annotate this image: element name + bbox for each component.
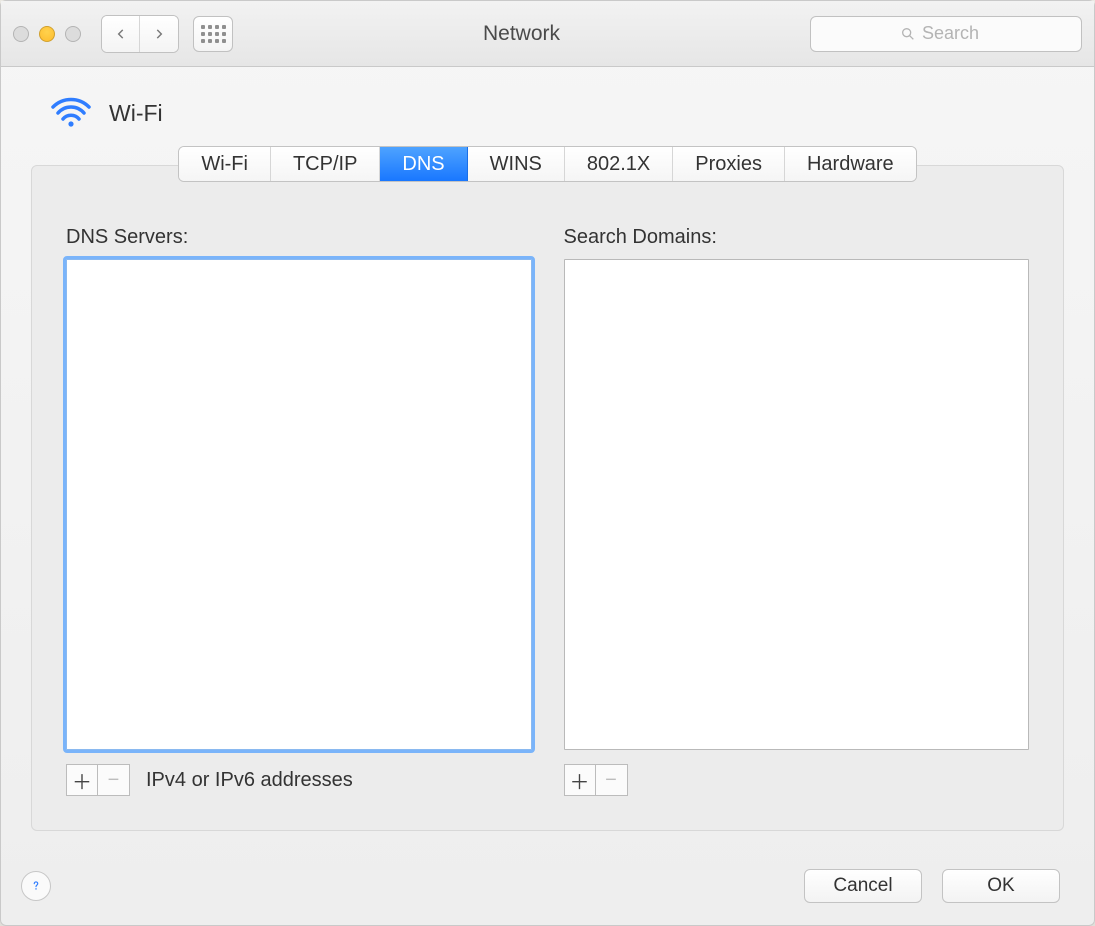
window-title: Network (247, 22, 796, 46)
minus-icon: − (108, 769, 120, 792)
tab-8021x[interactable]: 802.1X (565, 147, 673, 181)
page-title: Wi-Fi (109, 100, 163, 127)
wifi-icon (49, 93, 93, 134)
chevron-right-icon (152, 27, 166, 41)
show-all-button[interactable] (193, 16, 233, 52)
dns-panel: DNS Servers: ＋ − IPv4 or IPv6 addresses (31, 165, 1064, 831)
ok-button[interactable]: OK (942, 869, 1060, 903)
dns-hint: IPv4 or IPv6 addresses (146, 769, 353, 792)
search-domains-column: Search Domains: ＋ − (564, 226, 1030, 796)
plus-icon: ＋ (570, 766, 590, 795)
help-icon (29, 879, 43, 893)
search-domains-pm-group: ＋ − (564, 764, 628, 796)
forward-button[interactable] (140, 16, 178, 52)
tab-wifi[interactable]: Wi-Fi (179, 147, 271, 181)
tab-label: TCP/IP (293, 153, 357, 176)
add-dns-server-button[interactable]: ＋ (66, 764, 98, 796)
search-icon (900, 26, 916, 42)
close-window-button[interactable] (13, 26, 29, 42)
tab-label: Wi-Fi (201, 153, 248, 176)
plus-icon: ＋ (72, 766, 92, 795)
tab-dns[interactable]: DNS (380, 147, 467, 181)
network-advanced-window: Network Wi-Fi Wi-Fi TCP/IP DNS (0, 0, 1095, 926)
minus-icon: − (605, 769, 617, 792)
tab-label: Hardware (807, 153, 894, 176)
search-field-container[interactable] (810, 16, 1082, 52)
tab-proxies[interactable]: Proxies (673, 147, 785, 181)
dns-servers-pm-group: ＋ − (66, 764, 130, 796)
tab-hardware[interactable]: Hardware (785, 147, 916, 181)
interface-header: Wi-Fi (49, 93, 1064, 134)
tab-wins[interactable]: WINS (468, 147, 565, 181)
tab-label: 802.1X (587, 153, 650, 176)
dns-servers-label: DNS Servers: (66, 226, 532, 249)
nav-back-forward (101, 15, 179, 53)
dns-servers-list[interactable] (66, 259, 532, 750)
add-search-domain-button[interactable]: ＋ (564, 764, 596, 796)
tab-tcpip[interactable]: TCP/IP (271, 147, 380, 181)
tab-label: WINS (490, 153, 542, 176)
content-area: Wi-Fi Wi-Fi TCP/IP DNS WINS 802.1X Proxi… (1, 67, 1094, 855)
tab-bar: Wi-Fi TCP/IP DNS WINS 802.1X Proxies Har… (178, 146, 916, 182)
search-domains-list[interactable] (564, 259, 1030, 750)
search-domains-label: Search Domains: (564, 226, 1030, 249)
remove-search-domain-button[interactable]: − (596, 764, 628, 796)
cancel-button[interactable]: Cancel (804, 869, 922, 903)
search-input[interactable] (922, 23, 992, 44)
tab-label: Proxies (695, 153, 762, 176)
minimize-window-button[interactable] (39, 26, 55, 42)
window-toolbar: Network (1, 1, 1094, 67)
grid-icon (201, 25, 226, 43)
button-label: Cancel (833, 875, 892, 897)
chevron-left-icon (114, 27, 128, 41)
tab-label: DNS (402, 153, 444, 176)
dns-servers-column: DNS Servers: ＋ − IPv4 or IPv6 addresses (66, 226, 532, 796)
zoom-window-button[interactable] (65, 26, 81, 42)
remove-dns-server-button[interactable]: − (98, 764, 130, 796)
traffic-lights (13, 26, 81, 42)
button-label: OK (987, 875, 1014, 897)
dialog-footer: Cancel OK (1, 855, 1094, 925)
back-button[interactable] (102, 16, 140, 52)
help-button[interactable] (21, 871, 51, 901)
